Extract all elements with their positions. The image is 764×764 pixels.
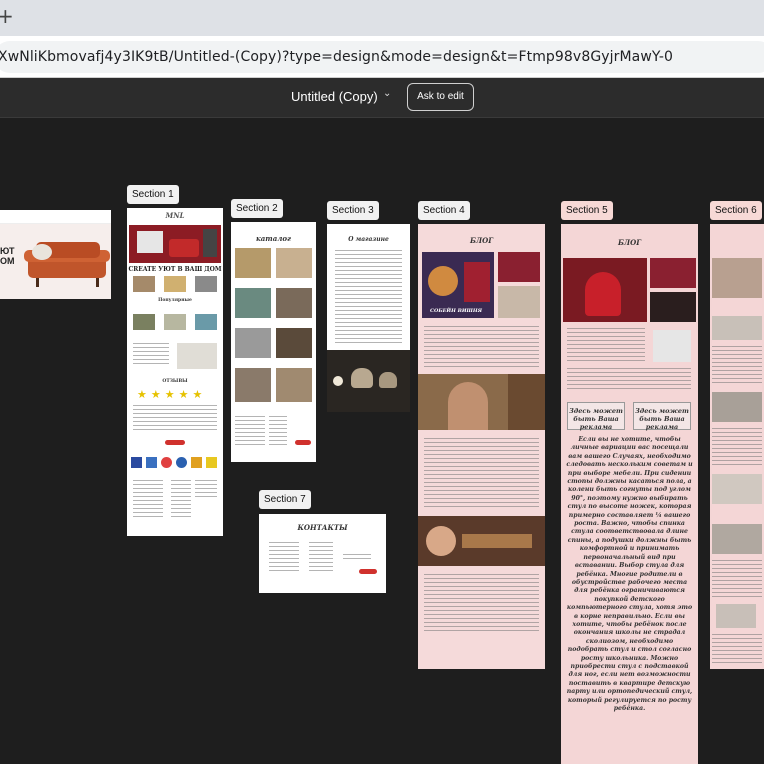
s5-ad-box-1[interactable]: Здесь может быть Ваша реклама — [567, 402, 625, 431]
frame-section-2[interactable]: каталог — [231, 222, 316, 462]
s1-product-6 — [195, 314, 217, 330]
s4-image-3 — [498, 286, 540, 318]
s7-contact-col-3 — [343, 554, 371, 562]
section-2-label[interactable]: Section 2 — [231, 199, 283, 218]
s7-contact-col-2 — [309, 542, 333, 574]
s1-icons-row — [131, 455, 219, 471]
s2-item-3 — [235, 288, 271, 318]
frame-section-5[interactable]: БЛОГ Здесь может быть Ваша реклама Здесь… — [561, 224, 698, 764]
s1-subhead: Популярные — [158, 298, 192, 303]
s7-contact-col-1 — [269, 542, 299, 574]
frame-hero[interactable]: ЮТ ОМ — [0, 210, 111, 299]
frame-section-4[interactable]: БЛОГ СОБЕЙН ВИШНЯ — [418, 224, 545, 669]
url-text[interactable]: XwNliKbmovafj4y3IK9tB/Untitled-(Copy)?ty… — [0, 49, 673, 65]
s2-item-5 — [235, 328, 271, 358]
s6-image-1 — [712, 258, 762, 298]
s7-red-button[interactable] — [359, 569, 377, 574]
section-1-label[interactable]: Section 1 — [127, 185, 179, 204]
s1-product-3 — [195, 276, 217, 292]
frame-section-1[interactable]: MNL CREATE УЮТ В ВАШ ДОМ Популярные ОТЗЫ… — [127, 208, 223, 536]
s2-red-button[interactable] — [295, 440, 311, 445]
s5-image-3 — [650, 292, 696, 322]
design-canvas[interactable]: ЮТ ОМ Section 1 MNL CREATE УЮТ В ВАШ ДОМ… — [0, 118, 764, 764]
s4-carpenter-image — [418, 516, 545, 566]
s2-item-7 — [235, 368, 271, 402]
s1-footer-col-1 — [133, 480, 163, 520]
s4-text-2 — [424, 438, 539, 510]
s1-product-4 — [133, 314, 155, 330]
frame-section-7[interactable]: КОНТАКТЫ — [259, 514, 386, 593]
s7-title: КОНТАКТЫ — [297, 523, 348, 532]
s5-chair-image — [653, 330, 691, 362]
s1-chair-image — [177, 343, 217, 369]
s2-item-1 — [235, 248, 271, 278]
s3-title: О магазине — [348, 236, 389, 243]
s5-woman-image — [563, 258, 647, 322]
s4-caption: СОБЕЙН ВИШНЯ — [429, 308, 483, 314]
section-6-label[interactable]: Section 6 — [710, 201, 762, 220]
s2-item-4 — [276, 288, 312, 318]
s1-product-1 — [133, 276, 155, 292]
s1-footer-col-2 — [171, 480, 191, 520]
rating-stars: ★★★★★ — [137, 389, 207, 401]
file-name[interactable]: Untitled (Copy) — [291, 89, 378, 104]
s6-image-4 — [712, 474, 762, 504]
section-7-label[interactable]: Section 7 — [259, 490, 311, 509]
s4-title: БЛОГ — [469, 236, 494, 245]
s1-logo: MNL — [165, 211, 185, 220]
s4-worker-image — [418, 374, 545, 430]
s2-footer-col-1 — [235, 416, 265, 448]
s1-text-block — [133, 343, 169, 367]
s6-text-1 — [712, 346, 762, 386]
s4-image-2 — [498, 252, 540, 282]
s2-item-2 — [276, 248, 312, 278]
s1-review-text — [133, 405, 217, 431]
hero-header — [0, 210, 111, 224]
section-3-label[interactable]: Section 3 — [327, 201, 379, 220]
s1-hero-image — [129, 225, 221, 263]
s6-image-5 — [712, 524, 762, 554]
s2-item-8 — [276, 368, 312, 402]
new-tab-button[interactable]: + — [0, 6, 14, 26]
section-4-label[interactable]: Section 4 — [418, 201, 470, 220]
s5-text-2 — [567, 368, 691, 392]
s1-product-5 — [164, 314, 186, 330]
s6-text-2 — [712, 428, 762, 468]
s5-title: БЛОГ — [617, 238, 642, 247]
s1-footer-col-3 — [195, 480, 217, 500]
s2-footer-col-2 — [269, 416, 287, 448]
s2-item-6 — [276, 328, 312, 358]
s6-image-2 — [712, 316, 762, 340]
s6-text-4 — [712, 634, 762, 664]
s1-reviews-title: ОТЗЫВЫ — [162, 379, 188, 384]
s3-text-block — [335, 250, 402, 344]
chevron-down-icon[interactable]: ⌄ — [383, 88, 391, 99]
s5-ad-box-2[interactable]: Здесь может быть Ваша реклама — [633, 402, 691, 431]
s6-image-3 — [712, 392, 762, 422]
figma-toolbar: Untitled (Copy) ⌄ Ask to edit — [0, 78, 764, 118]
s1-heading: CREATE УЮТ В ВАШ ДОМ — [128, 266, 222, 273]
url-field[interactable]: XwNliKbmovafj4y3IK9tB/Untitled-(Copy)?ty… — [0, 41, 764, 73]
frame-section-3[interactable]: О магазине — [327, 224, 410, 412]
section-5-label[interactable]: Section 5 — [561, 201, 613, 220]
s5-image-2 — [650, 258, 696, 288]
s5-body-text: Если вы не хотите, чтобы личные вариации… — [566, 436, 693, 712]
browser-address-bar: XwNliKbmovafj4y3IK9tB/Untitled-(Copy)?ty… — [0, 36, 764, 78]
browser-tab-bar: + — [0, 0, 764, 36]
s6-image-6 — [716, 604, 756, 628]
s4-text-1 — [424, 326, 539, 370]
s3-interior-image — [327, 350, 410, 412]
frame-section-6[interactable] — [710, 224, 764, 669]
s6-text-3 — [712, 560, 762, 600]
s1-red-button[interactable] — [165, 440, 185, 445]
ask-to-edit-button[interactable]: Ask to edit — [407, 83, 474, 111]
sofa-image — [24, 242, 110, 287]
s4-text-3 — [424, 574, 539, 634]
s5-text-1 — [567, 328, 645, 362]
hero-text: ЮТ ОМ — [0, 246, 15, 266]
s2-title: каталог — [256, 234, 291, 243]
s1-product-2 — [164, 276, 186, 292]
